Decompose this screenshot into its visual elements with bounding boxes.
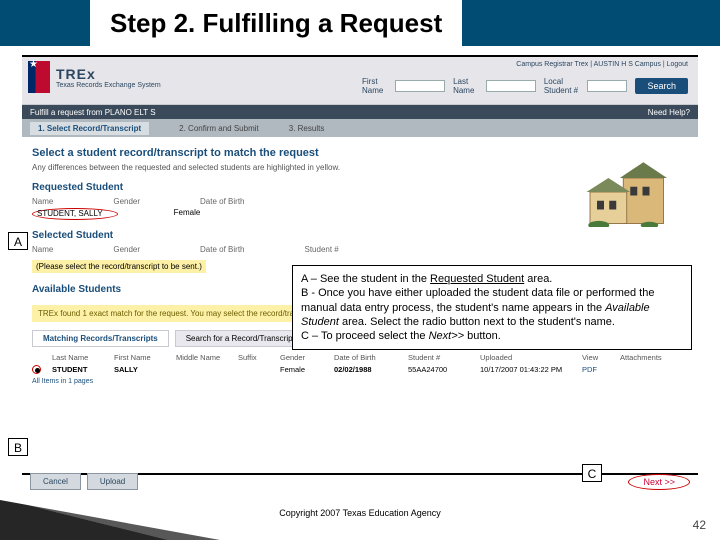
tab-matching[interactable]: Matching Records/Transcripts bbox=[32, 330, 169, 347]
table-footer: All Items in 1 pages bbox=[32, 378, 688, 385]
label-gender: Gender bbox=[113, 197, 140, 206]
wizard-steps: 1. Select Record/Transcript 2. Confirm a… bbox=[22, 119, 698, 137]
step-2[interactable]: 2. Confirm and Submit bbox=[179, 124, 259, 133]
requested-name: STUDENT, SALLY bbox=[32, 208, 118, 220]
cell-sid: 55AA24700 bbox=[408, 365, 478, 374]
label-id: Local Student # bbox=[544, 77, 580, 95]
cell-dob: 02/02/1988 bbox=[334, 365, 406, 374]
selected-labels: Name Gender Date of Birth Student # bbox=[32, 245, 688, 254]
cell-gender: Female bbox=[280, 365, 332, 374]
upload-button[interactable]: Upload bbox=[87, 473, 138, 490]
copyright: Copyright 2007 Texas Education Agency bbox=[0, 508, 720, 518]
need-help-link[interactable]: Need Help? bbox=[648, 108, 690, 117]
context-title: Fulfill a request from PLANO ELT S bbox=[30, 108, 156, 117]
table-header: Last Name First Name Middle Name Suffix … bbox=[32, 353, 688, 362]
callout-A-letter: A bbox=[8, 232, 28, 250]
context-bar: Fulfill a request from PLANO ELT S Need … bbox=[22, 105, 698, 119]
label-first: First Name bbox=[362, 77, 387, 95]
page-number: 42 bbox=[693, 518, 706, 532]
callout-B-letter: B bbox=[8, 438, 28, 456]
row-radio[interactable] bbox=[32, 365, 41, 374]
logo: TREx Texas Records Exchange System bbox=[28, 61, 161, 93]
step-1[interactable]: 1. Select Record/Transcript bbox=[30, 122, 149, 135]
table-row: STUDENT SALLY Female 02/02/1988 55AA2470… bbox=[32, 365, 688, 374]
decorative-wedge bbox=[0, 500, 220, 540]
brand-big: TREx bbox=[56, 66, 161, 82]
selected-note: (Please select the record/transcript to … bbox=[32, 260, 206, 273]
label-last: Last Name bbox=[453, 77, 478, 95]
building-icon bbox=[580, 157, 670, 227]
next-button[interactable]: Next >> bbox=[628, 474, 690, 490]
step-3[interactable]: 3. Results bbox=[289, 124, 325, 133]
selected-student-heading: Selected Student bbox=[32, 230, 688, 241]
texas-flag-icon bbox=[28, 61, 50, 93]
label-name: Name bbox=[32, 197, 53, 206]
app-header: TREx Texas Records Exchange System Campu… bbox=[22, 57, 698, 105]
bottom-buttons: Cancel Upload bbox=[30, 473, 138, 490]
cell-first: SALLY bbox=[114, 365, 174, 374]
last-name-input[interactable] bbox=[486, 80, 536, 92]
local-id-input[interactable] bbox=[587, 80, 627, 92]
title-bar: Step 2. Fulfilling a Request bbox=[0, 0, 720, 46]
label-dob: Date of Birth bbox=[200, 197, 244, 206]
callout-C-letter: C bbox=[582, 464, 602, 482]
search-button[interactable]: Search bbox=[635, 78, 688, 94]
cell-uploaded: 10/17/2007 01:43:22 PM bbox=[480, 365, 580, 374]
requested-gender: Female bbox=[174, 208, 201, 220]
cell-last: STUDENT bbox=[52, 365, 112, 374]
brand-small: Texas Records Exchange System bbox=[56, 82, 161, 89]
first-name-input[interactable] bbox=[395, 80, 445, 92]
annotation-box: A – See the student in the Requested Stu… bbox=[292, 265, 692, 350]
slide-title: Step 2. Fulfilling a Request bbox=[90, 0, 462, 46]
cell-view[interactable]: PDF bbox=[582, 365, 618, 374]
top-right-text: Campus Registrar Trex | AUSTIN H S Campu… bbox=[516, 61, 688, 68]
cancel-button[interactable]: Cancel bbox=[30, 473, 81, 490]
tab-search[interactable]: Search for a Record/Transcript bbox=[175, 330, 306, 347]
search-row: First Name Last Name Local Student # Sea… bbox=[362, 77, 688, 95]
